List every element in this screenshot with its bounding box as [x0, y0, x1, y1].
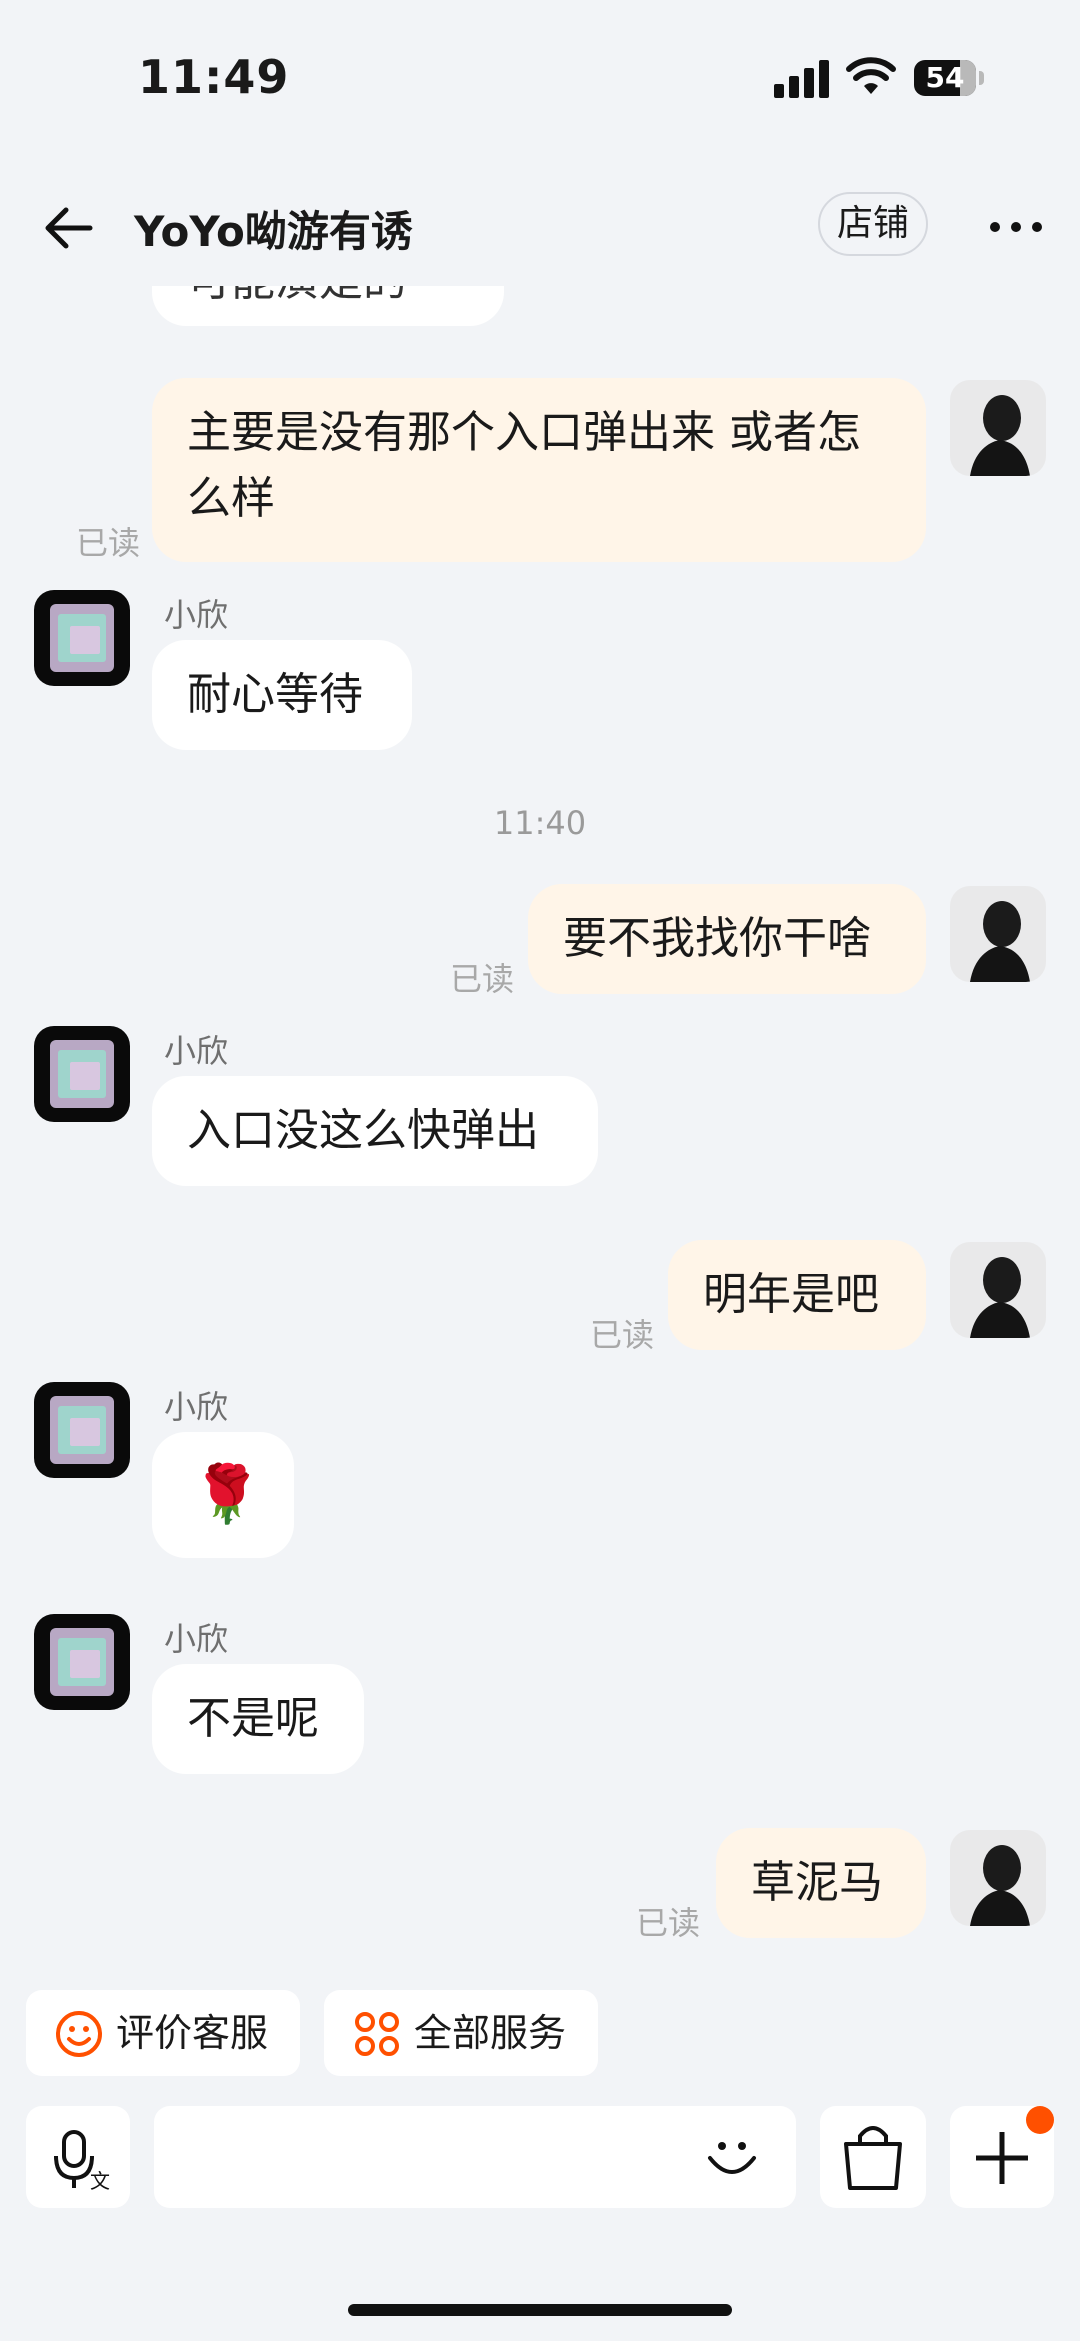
read-receipt: 已读 [590, 1316, 655, 1354]
time-divider: 11:40 [493, 804, 587, 842]
my-avatar[interactable] [950, 1242, 1046, 1338]
message-text: 可能演是的 [187, 286, 407, 306]
home-indicator[interactable] [348, 2304, 732, 2316]
all-services-button[interactable]: 全部服务 [324, 1990, 598, 2076]
my-avatar[interactable] [950, 380, 1046, 476]
message-text: 要不我找你干啥 [563, 913, 871, 964]
message-bubble-outgoing[interactable]: 明年是吧 [668, 1240, 926, 1350]
shop-agent-avatar[interactable] [34, 1026, 130, 1122]
shop-agent-avatar[interactable] [34, 590, 130, 686]
all-services-label: 全部服务 [414, 2011, 567, 2055]
message-bubble-incoming[interactable]: 耐心等待 [152, 640, 412, 750]
svg-text:文: 文 [90, 2169, 110, 2193]
message-text: 不是呢 [187, 1693, 319, 1744]
message-text: 明年是吧 [703, 1269, 879, 1320]
battery-icon: 54 [914, 60, 976, 96]
cellular-signal-icon [774, 60, 830, 98]
sender-name: 小欣 [164, 1620, 229, 1658]
rose-emoji: 🌹 [192, 1462, 262, 1527]
hologram-box-icon [50, 1396, 114, 1464]
shop-agent-avatar[interactable] [34, 1614, 130, 1710]
microphone-icon: 文 [54, 2130, 110, 2193]
message-bubble-incoming[interactable]: 🌹 [152, 1432, 294, 1558]
voice-input-button[interactable]: 文 [26, 2106, 130, 2208]
product-bag-button[interactable] [820, 2106, 926, 2208]
my-avatar[interactable] [950, 886, 1046, 982]
shop-button[interactable]: 店铺 [818, 192, 928, 256]
message-text: 耐心等待 [187, 669, 363, 720]
notification-dot [1026, 2106, 1054, 2134]
sender-name: 小欣 [164, 1032, 229, 1070]
person-silhouette-icon [970, 1257, 1030, 1338]
status-time: 11:49 [138, 50, 290, 104]
message-bubble-outgoing[interactable]: 主要是没有那个入口弹出来 或者怎么样 [152, 378, 926, 562]
smiley-icon [56, 2011, 102, 2057]
battery-cap [979, 71, 984, 85]
read-receipt: 已读 [76, 524, 141, 562]
person-silhouette-icon [970, 1845, 1030, 1926]
battery-level: 54 [925, 61, 965, 94]
hologram-box-icon [50, 604, 114, 672]
rate-service-label: 评价客服 [116, 2011, 269, 2055]
message-text: 草泥马 [751, 1857, 883, 1908]
more-options-icon[interactable] [988, 220, 1044, 234]
read-receipt: 已读 [450, 960, 515, 998]
message-bubble-incoming[interactable]: 入口没这么快弹出 [152, 1076, 598, 1186]
back-arrow-icon[interactable] [40, 200, 96, 256]
sender-name: 小欣 [164, 1388, 229, 1426]
message-bubble-outgoing[interactable]: 要不我找你干啥 [528, 884, 926, 994]
person-silhouette-icon [970, 395, 1030, 476]
message-bubble-incoming[interactable]: 不是呢 [152, 1664, 364, 1774]
emoji-icon[interactable] [704, 2130, 760, 2186]
shop-agent-avatar[interactable] [34, 1382, 130, 1478]
message-bubble-incoming[interactable]: 可能演是的 [152, 286, 504, 326]
message-list[interactable]: 可能演是的 主要是没有那个入口弹出来 或者怎么样 已读 小欣 耐心等待 11:4… [0, 286, 1080, 1986]
hologram-box-icon [50, 1040, 114, 1108]
rate-service-button[interactable]: 评价客服 [26, 1990, 300, 2076]
shopping-bag-icon [844, 2126, 902, 2190]
person-silhouette-icon [970, 901, 1030, 982]
read-receipt: 已读 [636, 1904, 701, 1942]
message-bubble-outgoing[interactable]: 草泥马 [716, 1828, 926, 1938]
message-input[interactable] [154, 2106, 796, 2208]
chat-title: YoYo呦游有诱 [134, 207, 413, 256]
message-text: 主要是没有那个入口弹出来 或者怎么样 [187, 407, 861, 524]
hologram-box-icon [50, 1628, 114, 1696]
message-text: 入口没这么快弹出 [187, 1105, 539, 1156]
grid-services-icon [355, 2012, 399, 2056]
my-avatar[interactable] [950, 1830, 1046, 1926]
wifi-icon [846, 57, 896, 94]
sender-name: 小欣 [164, 596, 229, 634]
